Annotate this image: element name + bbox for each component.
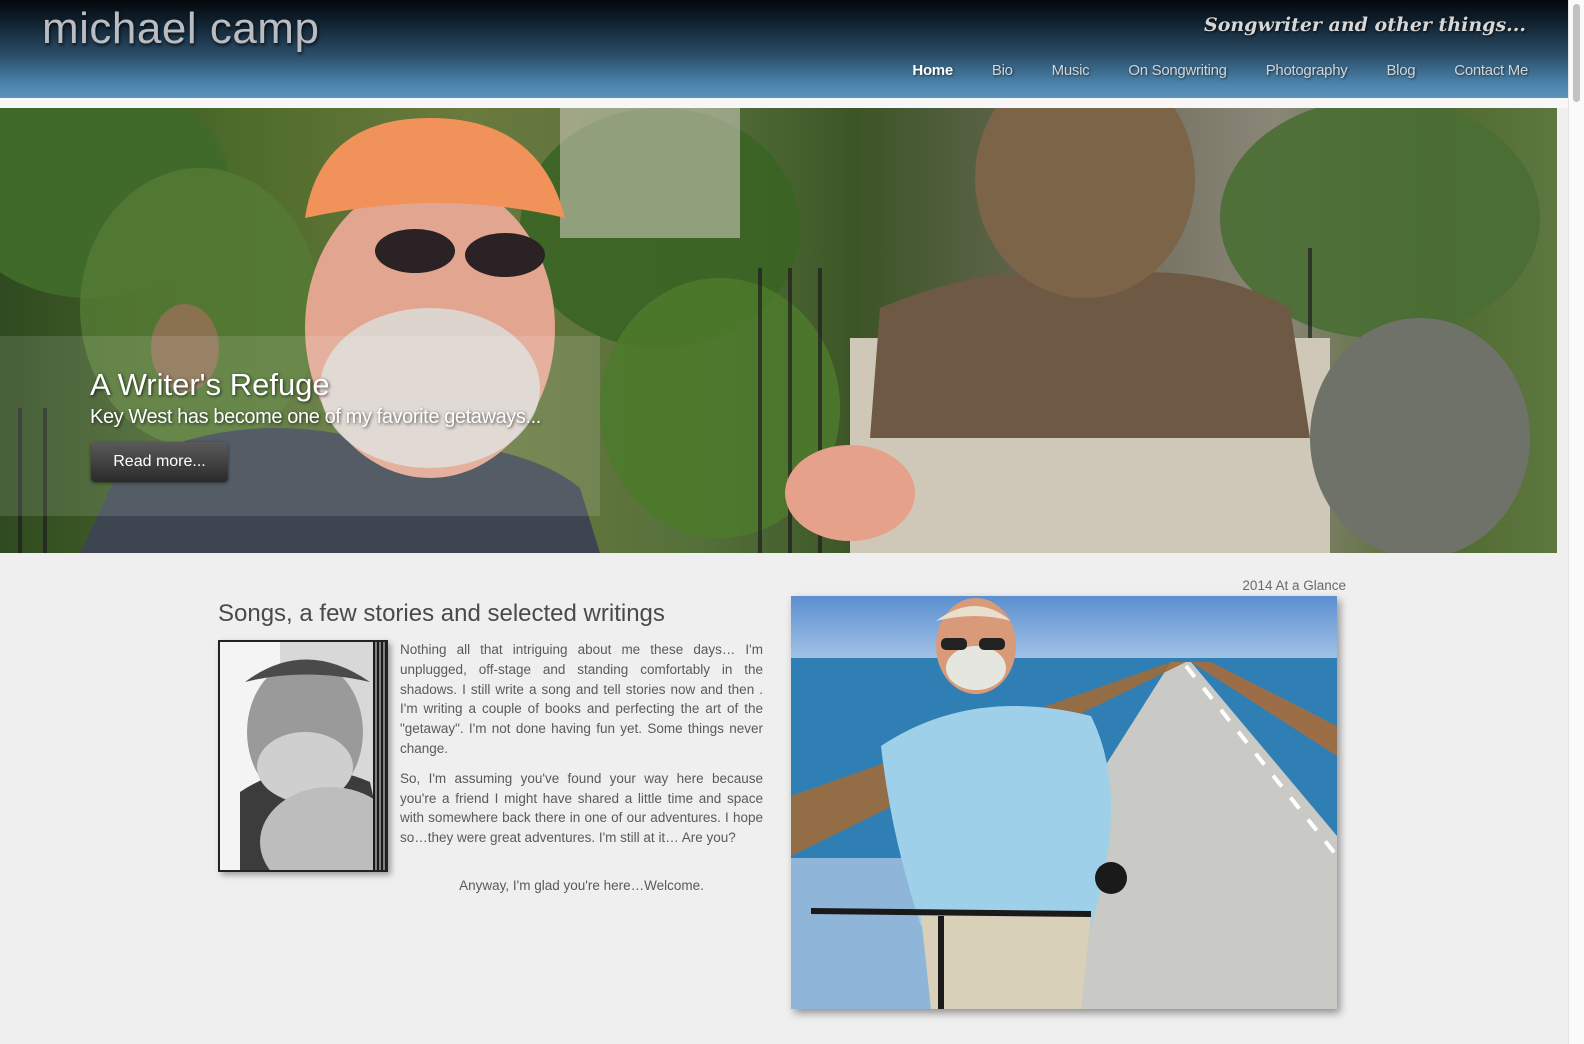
nav-item-bio[interactable]: Bio [992, 62, 1013, 79]
hero-subtitle: Key West has become one of my favorite g… [90, 406, 541, 428]
header-divider [0, 98, 1568, 108]
main-nav: Home Bio Music On Songwriting Photograph… [873, 62, 1528, 79]
glance-label: 2014 At a Glance [1242, 578, 1346, 593]
hero-carousel[interactable]: A Writer's Refuge Key West has become on… [0, 108, 1557, 553]
welcome-text: Anyway, I'm glad you're here…Welcome. [459, 878, 704, 893]
nav-item-blog[interactable]: Blog [1386, 62, 1415, 79]
site-logo[interactable]: michael camp [42, 4, 319, 54]
nav-item-contact-me[interactable]: Contact Me [1454, 62, 1528, 79]
nav-item-on-songwriting[interactable]: On Songwriting [1128, 62, 1227, 79]
bike-photo[interactable] [791, 596, 1337, 1009]
scrollbar-thumb[interactable] [1573, 4, 1580, 102]
hero-title: A Writer's Refuge [90, 367, 330, 402]
nav-item-photography[interactable]: Photography [1266, 62, 1348, 79]
section-title: Songs, a few stories and selected writin… [218, 600, 665, 627]
page-scrollbar[interactable] [1568, 0, 1584, 1044]
site-header: michael camp Songwriter and other things… [0, 0, 1568, 98]
nav-item-home[interactable]: Home [912, 62, 953, 79]
portrait-photo [218, 640, 388, 872]
site-tagline: Songwriter and other things... [1203, 14, 1526, 36]
intro-paragraph-1: Nothing all that intriguing about me the… [400, 642, 763, 756]
intro-paragraph-2: So, I'm assuming you've found your way h… [400, 770, 763, 846]
nav-item-music[interactable]: Music [1052, 62, 1090, 79]
read-more-button[interactable]: Read more... [91, 442, 228, 482]
intro-text: Nothing all that intriguing about me the… [400, 640, 763, 858]
